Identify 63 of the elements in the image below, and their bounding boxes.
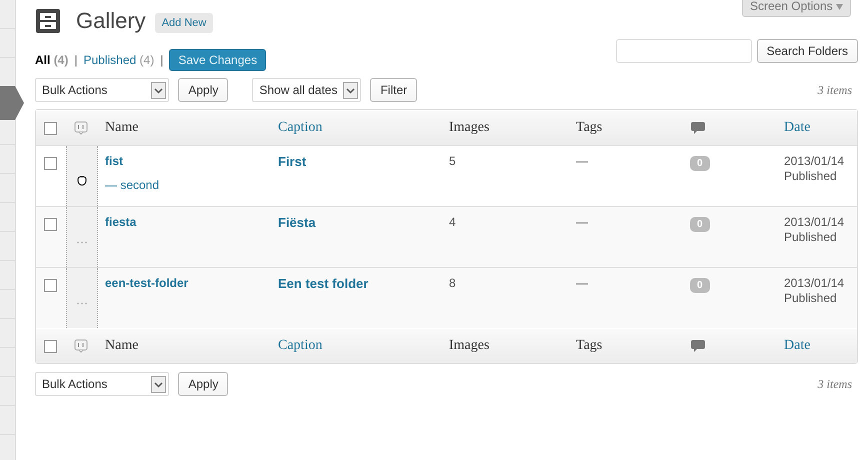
row-checkbox[interactable] — [44, 218, 57, 231]
item-count: 3 items — [818, 82, 853, 98]
dropdown-arrow-icon — [836, 4, 843, 10]
folder-name-link[interactable]: fiesta — [105, 215, 264, 229]
view-filter-link[interactable]: All (4) — [35, 53, 68, 67]
sort-order-icon — [74, 339, 88, 353]
tags-text: — — [576, 276, 589, 290]
column-header: Images — [448, 338, 490, 354]
column-header[interactable]: Date — [777, 338, 857, 354]
row-checkbox[interactable] — [44, 157, 57, 170]
image-count: 4 — [449, 215, 457, 229]
tags-text: — — [576, 154, 589, 168]
bulk-actions-select[interactable]: Bulk Actions — [35, 372, 170, 396]
caret-icon — [343, 82, 358, 98]
screen-options-tab[interactable]: Screen Options — [742, 0, 851, 17]
row-checkbox[interactable] — [44, 279, 57, 292]
view-filter-link[interactable]: Published (4) — [83, 53, 154, 67]
item-count: 3 items — [818, 376, 853, 392]
caption-text: First — [278, 154, 308, 169]
child-folder-link[interactable]: — second — [105, 178, 264, 192]
date-text: 2013/01/14 — [784, 276, 846, 291]
select-all-checkbox[interactable] — [44, 122, 57, 134]
caption-text: Fiësta — [278, 215, 317, 230]
date-text: 2013/01/14 — [784, 215, 846, 230]
separator-text: | — [160, 53, 164, 67]
bulk-actions-select[interactable]: Bulk Actions — [35, 78, 170, 102]
save-changes-button[interactable]: Save Changes — [169, 49, 266, 71]
apply-button[interactable]: Apply — [178, 372, 228, 396]
comment-icon — [691, 122, 705, 134]
grab-cursor-icon — [76, 175, 88, 187]
image-count: 8 — [449, 276, 457, 290]
status-text: Published — [784, 230, 838, 245]
apply-button[interactable]: Apply — [178, 78, 228, 102]
image-count: 5 — [449, 154, 457, 168]
date-filter-select[interactable]: Show all dates — [252, 78, 362, 102]
page-title: Gallery — [76, 8, 146, 34]
column-header: Tags — [575, 338, 604, 354]
sort-order-icon — [74, 121, 88, 135]
tags-text: — — [576, 215, 589, 229]
column-header: Images — [448, 120, 490, 136]
column-header[interactable]: Caption — [271, 120, 442, 136]
column-header[interactable]: Date — [777, 120, 857, 136]
cabinet-icon — [35, 9, 61, 33]
column-header[interactable]: Caption — [271, 338, 442, 354]
status-text: Published — [784, 169, 838, 184]
caret-icon — [151, 82, 166, 98]
status-text: Published — [784, 291, 838, 306]
filter-button[interactable]: Filter — [370, 78, 418, 102]
caret-icon — [151, 376, 166, 392]
date-text: 2013/01/14 — [784, 154, 846, 169]
comment-icon — [691, 340, 705, 352]
add-new-button[interactable]: Add New — [154, 12, 214, 32]
search-field[interactable] — [616, 39, 752, 63]
search-folders-button[interactable]: Search Folders — [756, 39, 858, 63]
column-header: Name — [104, 120, 140, 136]
caption-text: Een test folder — [278, 276, 370, 291]
current-menu-arrow-icon — [0, 86, 24, 120]
folder-name-link[interactable]: een-test-folder — [105, 276, 264, 290]
column-header: Name — [104, 338, 140, 354]
select-all-checkbox[interactable] — [44, 340, 57, 352]
folder-name-link[interactable]: fist — [105, 154, 264, 168]
column-header: Tags — [575, 120, 604, 136]
separator-text: | — [74, 53, 78, 67]
